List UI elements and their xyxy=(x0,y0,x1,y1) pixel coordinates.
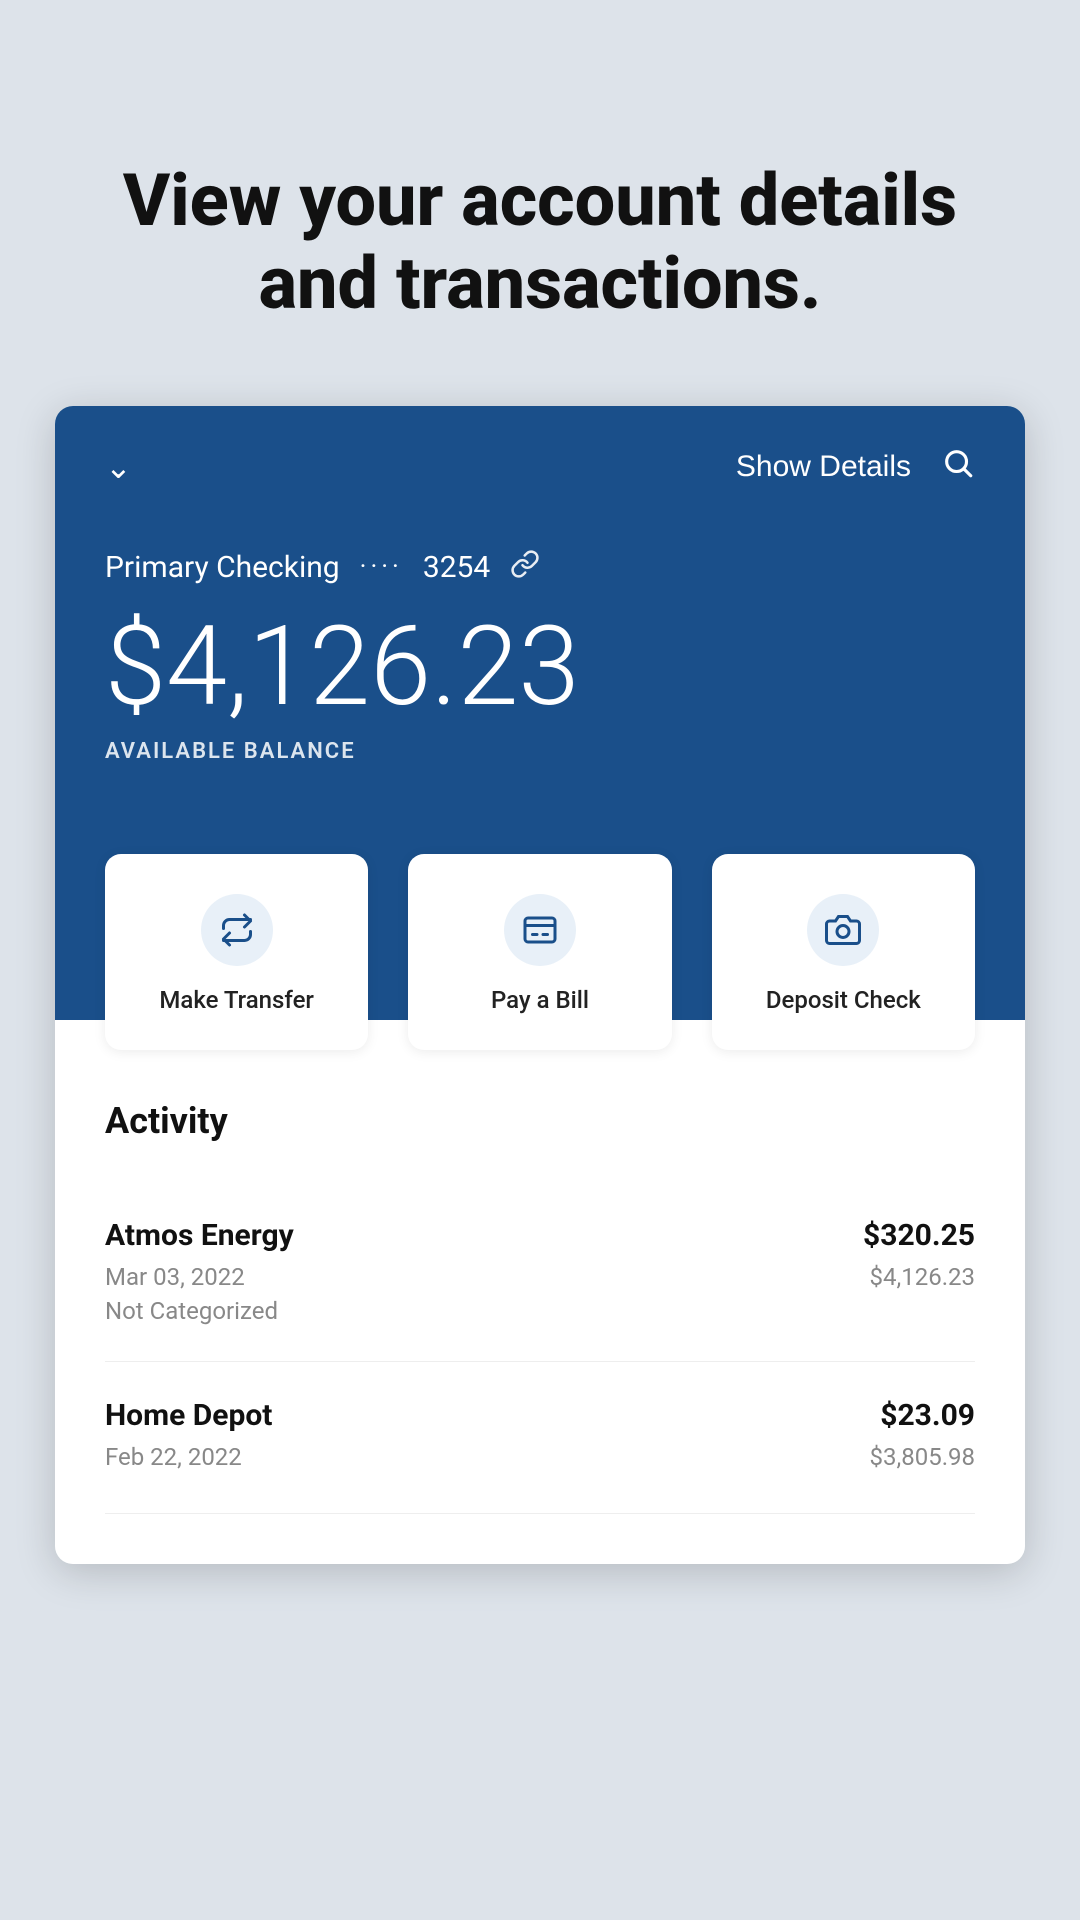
account-name-row: Primary Checking ···· 3254 xyxy=(105,549,975,586)
transaction-amount: $23.09 xyxy=(870,1398,975,1433)
transaction-name: Home Depot xyxy=(105,1398,272,1433)
camera-icon-circle xyxy=(807,894,879,966)
transaction-name: Atmos Energy xyxy=(105,1218,294,1253)
deposit-check-label: Deposit Check xyxy=(766,986,921,1014)
transaction-amount: $320.25 xyxy=(863,1218,975,1253)
actions-strip: Make Transfer Pay a Bill Deposit Check xyxy=(55,854,1025,1020)
transfer-icon xyxy=(219,912,255,948)
camera-icon xyxy=(825,912,861,948)
bill-icon xyxy=(522,912,558,948)
table-row[interactable]: Home Depot Feb 22, 2022 $23.09 $3,805.98 xyxy=(105,1362,975,1514)
transaction-left: Home Depot Feb 22, 2022 xyxy=(105,1398,272,1477)
transaction-running-balance: $3,805.98 xyxy=(870,1443,975,1471)
pay-bill-button[interactable]: Pay a Bill xyxy=(408,854,671,1050)
balance-amount: $4,126.23 xyxy=(105,606,975,727)
transaction-right: $320.25 $4,126.23 xyxy=(863,1218,975,1291)
account-last-four: 3254 xyxy=(423,550,490,585)
account-dots: ···· xyxy=(360,552,403,582)
transaction-right: $23.09 $3,805.98 xyxy=(870,1398,975,1471)
hero-title: View your account details and transactio… xyxy=(80,160,1000,326)
make-transfer-button[interactable]: Make Transfer xyxy=(105,854,368,1050)
deposit-check-button[interactable]: Deposit Check xyxy=(712,854,975,1050)
activity-section: Activity Atmos Energy Mar 03, 2022 Not C… xyxy=(55,1020,1025,1564)
link-icon[interactable] xyxy=(510,549,540,586)
transaction-date: Mar 03, 2022 xyxy=(105,1263,294,1291)
transfer-icon-circle xyxy=(201,894,273,966)
make-transfer-label: Make Transfer xyxy=(159,986,314,1014)
bill-icon-circle xyxy=(504,894,576,966)
top-right-controls: Show Details xyxy=(736,446,975,489)
chevron-down-icon[interactable]: ⌄ xyxy=(105,448,132,486)
top-bar: ⌄ Show Details xyxy=(105,446,975,489)
hero-section: View your account details and transactio… xyxy=(0,0,1080,406)
account-header: ⌄ Show Details Primary Checking ···· 325… xyxy=(55,406,1025,854)
account-name-label: Primary Checking xyxy=(105,550,340,585)
pay-bill-label: Pay a Bill xyxy=(491,986,589,1014)
transaction-left: Atmos Energy Mar 03, 2022 Not Categorize… xyxy=(105,1218,294,1325)
search-icon[interactable] xyxy=(941,446,975,489)
available-balance-label: Available Balance xyxy=(105,739,975,764)
transaction-date: Feb 22, 2022 xyxy=(105,1443,272,1471)
transaction-category: Not Categorized xyxy=(105,1297,294,1325)
table-row[interactable]: Atmos Energy Mar 03, 2022 Not Categorize… xyxy=(105,1182,975,1362)
account-card: ⌄ Show Details Primary Checking ···· 325… xyxy=(55,406,1025,1564)
transaction-running-balance: $4,126.23 xyxy=(863,1263,975,1291)
activity-title: Activity xyxy=(105,1100,975,1142)
show-details-button[interactable]: Show Details xyxy=(736,450,911,484)
